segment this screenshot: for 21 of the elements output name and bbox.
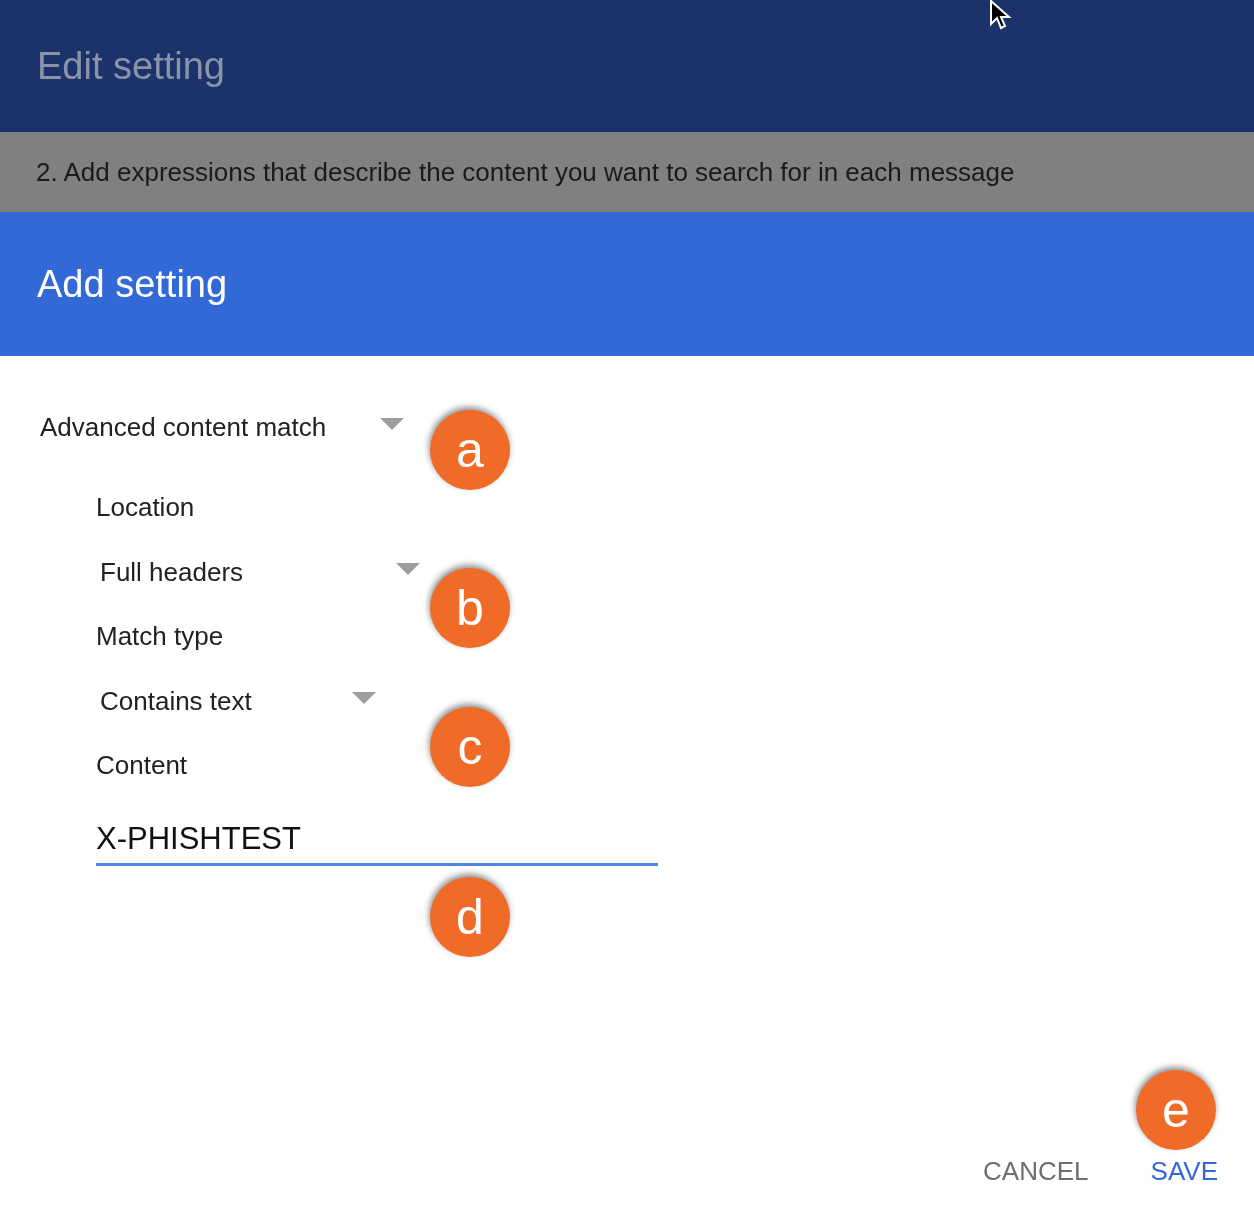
cursor-icon bbox=[990, 0, 1014, 30]
setting-type-dropdown[interactable]: Advanced content match bbox=[40, 412, 404, 472]
dropdown[interactable]: Full headers bbox=[100, 557, 420, 601]
dropdown[interactable]: Contains text bbox=[100, 686, 376, 730]
field-label: Content bbox=[96, 750, 188, 781]
callout-badge: b bbox=[430, 568, 510, 648]
page-title: Edit setting bbox=[37, 44, 225, 88]
field-label: Match type bbox=[96, 621, 224, 652]
dialog-title: Add setting bbox=[37, 262, 228, 306]
caret-icon bbox=[352, 692, 376, 704]
cancel-button[interactable]: CANCEL bbox=[983, 1152, 1089, 1191]
content-input[interactable]: X-PHISHTEST bbox=[96, 821, 658, 866]
field-label: Location bbox=[96, 492, 195, 523]
caret-icon bbox=[380, 418, 404, 430]
callout-badge: a bbox=[430, 410, 510, 490]
step-text: 2. Add expressions that describe the content you want to search for in each message bbox=[36, 156, 1015, 188]
caret-icon bbox=[396, 563, 420, 575]
callout-badge: e bbox=[1136, 1070, 1216, 1150]
callout-badge: d bbox=[430, 877, 510, 957]
save-button[interactable]: SAVE bbox=[1150, 1152, 1218, 1191]
callout-badge: c bbox=[430, 707, 510, 787]
